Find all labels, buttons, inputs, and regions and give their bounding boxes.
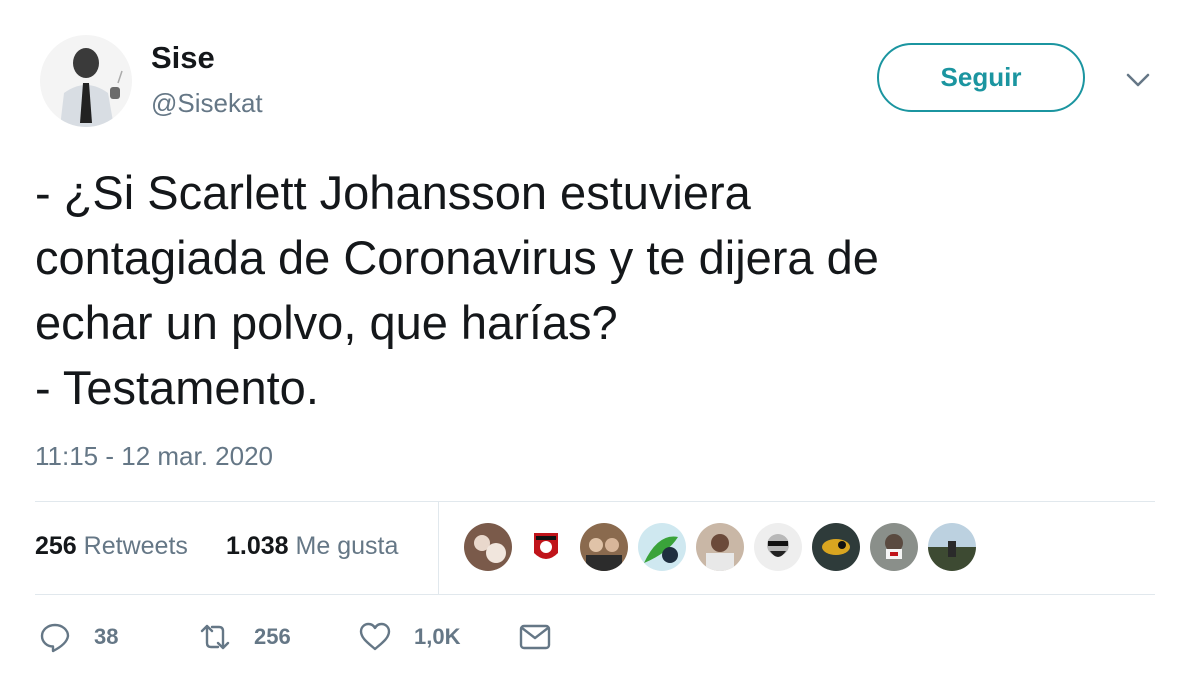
heart-icon [359,622,391,651]
retweet-count: 256 [254,624,291,649]
liker-avatar[interactable] [812,523,860,571]
like-button[interactable]: 1,0K [358,620,460,654]
likes-stat-count: 1.038 [226,532,289,560]
direct-message-button[interactable] [518,620,552,654]
retweet-icon [200,624,230,650]
divider [438,502,439,594]
retweets-stat-label: Retweets [83,532,188,560]
liker-avatar[interactable] [638,523,686,571]
likes-stat[interactable]: 1.038 Me gusta [226,532,398,561]
retweet-button[interactable]: 256 [198,620,291,654]
chevron-down-icon[interactable] [1124,66,1152,94]
tweet-text: - ¿Si Scarlett Johansson estuviera conta… [35,166,879,414]
tweet-timestamp[interactable]: 11:15 - 12 mar. 2020 [35,441,273,472]
liker-avatar[interactable] [580,523,628,571]
author-handle[interactable]: @Sisekat [151,88,263,119]
liker-avatar[interactable] [870,523,918,571]
reply-icon [40,623,70,653]
author-avatar-image [40,35,132,127]
like-count: 1,0K [414,624,461,649]
reply-count: 38 [94,624,119,649]
divider [35,594,1155,595]
author-name[interactable]: Sise [151,40,215,76]
author-avatar[interactable] [40,35,132,127]
envelope-icon [519,624,551,650]
retweets-stat-count: 256 [35,532,77,560]
divider [35,501,1155,502]
liker-avatar[interactable] [754,523,802,571]
reply-button[interactable]: 38 [38,620,118,654]
liker-avatars [464,523,986,571]
liker-avatar[interactable] [522,523,570,571]
likes-stat-label: Me gusta [295,532,399,560]
follow-button[interactable]: Seguir [877,43,1085,112]
liker-avatar[interactable] [464,523,512,571]
liker-avatar[interactable] [928,523,976,571]
liker-avatar[interactable] [696,523,744,571]
retweets-stat[interactable]: 256 Retweets [35,532,188,561]
